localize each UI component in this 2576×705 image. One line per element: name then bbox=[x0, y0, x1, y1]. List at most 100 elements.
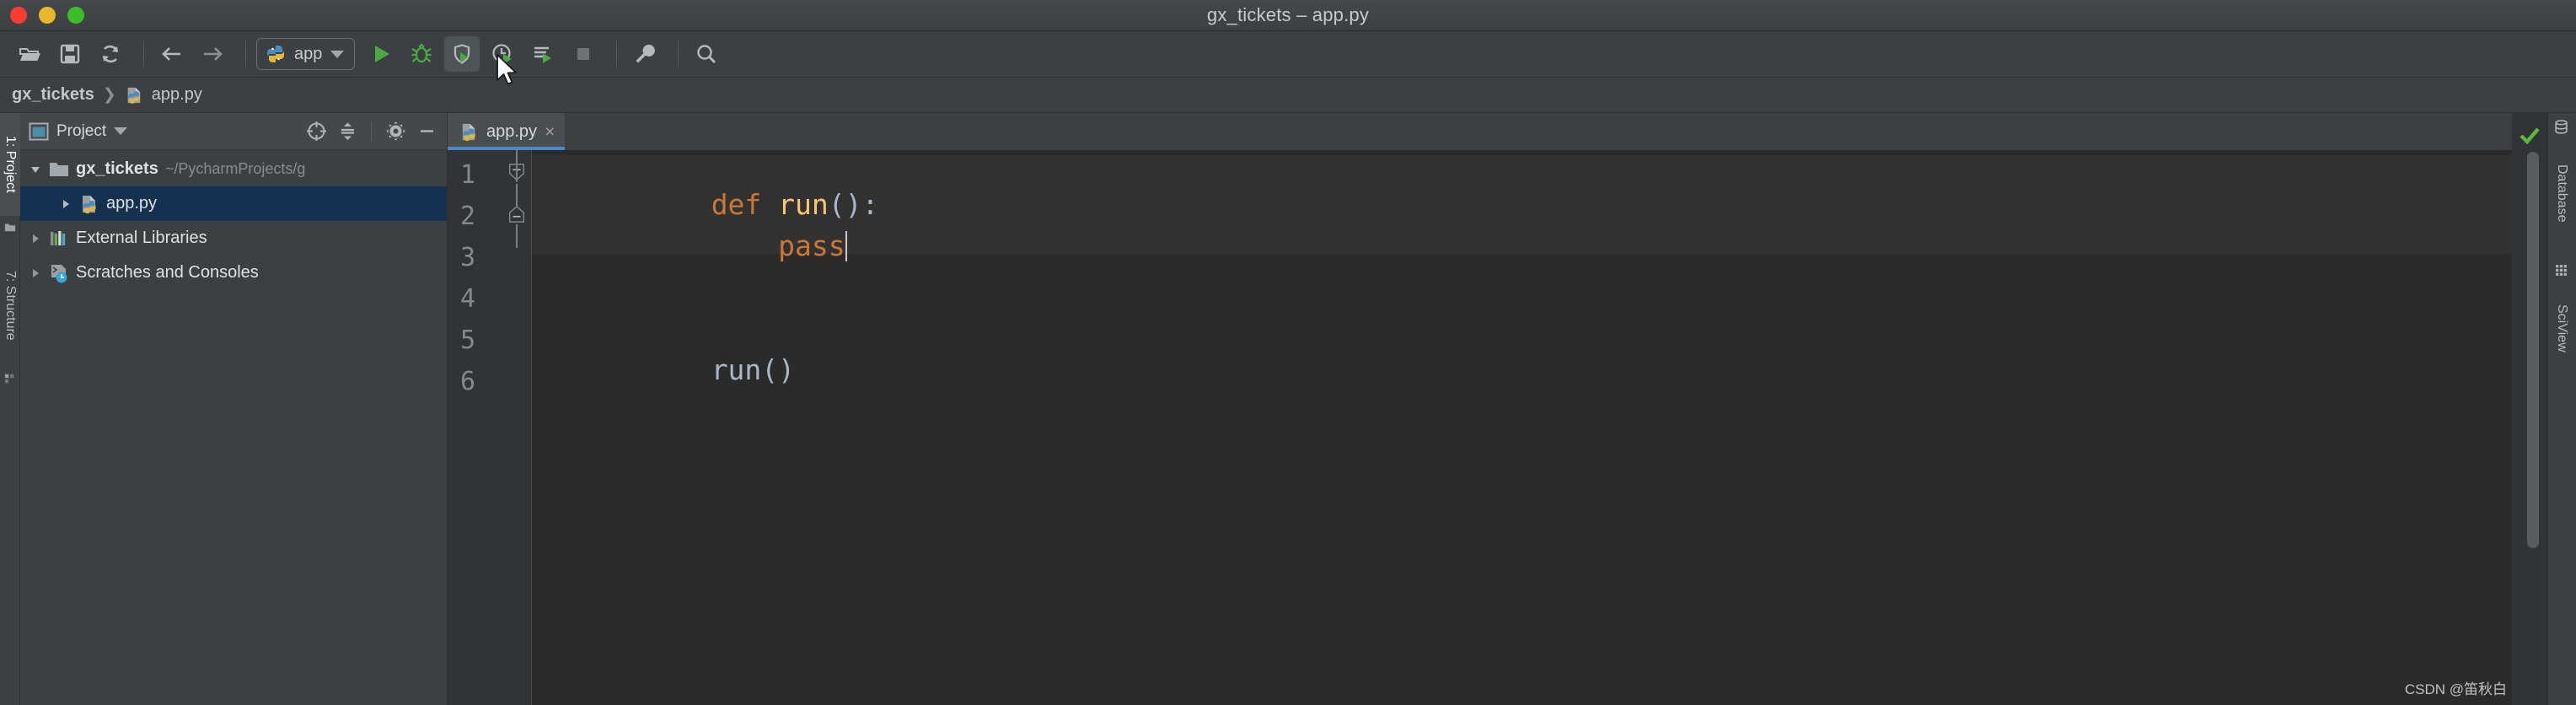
sidebar-item-project-label: 1: Project bbox=[3, 136, 18, 193]
run-configuration-label: app bbox=[294, 44, 323, 63]
database-icon bbox=[2555, 120, 2568, 134]
editor-tab-app-py[interactable]: app.py × bbox=[448, 113, 566, 150]
gear-icon[interactable] bbox=[384, 120, 407, 143]
editor-area: app.py × 1 2 3 4 5 6 def run(): pass run… bbox=[448, 113, 2512, 705]
fold-guide-top bbox=[516, 150, 518, 182]
chevron-right-icon[interactable] bbox=[59, 197, 72, 211]
fold-guide-bottom bbox=[516, 224, 518, 248]
stop-icon[interactable] bbox=[566, 36, 601, 72]
toolbar-separator-4 bbox=[678, 41, 679, 67]
line-number: 1 bbox=[459, 160, 475, 190]
back-arrow-icon[interactable] bbox=[154, 36, 190, 72]
token-keyword: pass bbox=[711, 229, 845, 262]
tree-row-gx-tickets[interactable]: gx_tickets ~/PycharmProjects/g bbox=[20, 152, 447, 186]
folder-icon bbox=[50, 162, 68, 176]
sync-icon[interactable] bbox=[93, 36, 128, 72]
left-tool-window-bar: 1: Project 7: Structure bbox=[0, 113, 20, 705]
editor-gutter[interactable]: 1 2 3 4 5 6 bbox=[448, 150, 532, 705]
breadcrumb: gx_tickets ❯ app.py bbox=[0, 78, 2576, 113]
chevron-down-icon[interactable] bbox=[114, 127, 128, 135]
forward-arrow-icon[interactable] bbox=[195, 36, 230, 72]
tree-label: External Libraries bbox=[76, 229, 207, 247]
save-icon[interactable] bbox=[52, 36, 88, 72]
right-tool-window-bar: Database SciView bbox=[2547, 113, 2576, 705]
fold-guide-mid bbox=[516, 184, 518, 207]
tree-label: Scratches and Consoles bbox=[76, 263, 259, 282]
chevron-down-icon[interactable] bbox=[29, 163, 42, 176]
scratches-icon bbox=[51, 264, 67, 283]
libraries-icon bbox=[51, 230, 66, 245]
code-editor[interactable]: 1 2 3 4 5 6 def run(): pass run() bbox=[448, 150, 2512, 705]
tool-tab-database-label: Database bbox=[2555, 164, 2569, 223]
title-bar: gx_tickets – app.py bbox=[0, 0, 2576, 31]
sidebar-item-structure-label: 7: Structure bbox=[3, 271, 18, 341]
line-number: 4 bbox=[459, 284, 475, 314]
open-folder-icon[interactable] bbox=[12, 36, 47, 72]
text-caret bbox=[845, 231, 847, 261]
folder-icon bbox=[4, 223, 16, 232]
watermark: CSDN @笛秋白 bbox=[2404, 681, 2507, 697]
breadcrumb-project[interactable]: gx_tickets bbox=[12, 85, 94, 105]
close-icon[interactable]: × bbox=[545, 123, 555, 141]
tree-row-scratches-and-consoles[interactable]: Scratches and Consoles bbox=[20, 256, 447, 290]
project-tree: gx_tickets ~/PycharmProjects/g app.py Ex… bbox=[20, 150, 447, 290]
code-lines[interactable]: def run(): pass run() bbox=[532, 150, 2512, 705]
profile-icon[interactable] bbox=[485, 36, 520, 72]
line-number: 3 bbox=[459, 243, 475, 272]
token-identifier: run() bbox=[711, 353, 796, 386]
window-title: gx_tickets – app.py bbox=[1206, 4, 1370, 25]
tool-tab-sciview[interactable]: SciView bbox=[2547, 282, 2576, 374]
chevron-right-icon[interactable] bbox=[29, 232, 42, 245]
collapse-all-icon[interactable] bbox=[335, 120, 359, 143]
code-line-5[interactable]: run() bbox=[544, 320, 795, 419]
run-icon[interactable] bbox=[363, 36, 399, 72]
run-console-icon[interactable] bbox=[525, 36, 561, 72]
wrench-icon[interactable] bbox=[627, 36, 663, 72]
locate-target-icon[interactable] bbox=[304, 120, 328, 143]
coverage-icon[interactable] bbox=[444, 36, 480, 72]
ok-check-icon[interactable] bbox=[2519, 125, 2541, 147]
project-tool-window: Project gx_tickets ~/PycharmProjects/g a… bbox=[20, 113, 448, 705]
pycharm-window: gx_tickets – app.py app gx_tickets ❯ app… bbox=[0, 0, 2576, 705]
toolbar-separator-3 bbox=[616, 41, 618, 67]
editor-scrollbar-thumb[interactable] bbox=[2527, 152, 2539, 548]
line-number: 6 bbox=[459, 367, 475, 396]
breadcrumb-file[interactable]: app.py bbox=[152, 85, 202, 105]
editor-marker-strip[interactable] bbox=[2512, 113, 2547, 705]
tree-label: gx_tickets bbox=[76, 159, 158, 178]
tool-tab-sciview-label: SciView bbox=[2555, 304, 2569, 352]
fold-end-icon[interactable] bbox=[507, 205, 526, 223]
project-window-icon bbox=[29, 122, 49, 140]
sidebar-item-structure[interactable]: 7: Structure bbox=[0, 245, 20, 367]
search-icon[interactable] bbox=[689, 36, 724, 72]
main-toolbar: app bbox=[0, 31, 2576, 78]
debug-icon[interactable] bbox=[404, 36, 439, 72]
editor-tab-bar: app.py × bbox=[448, 113, 2512, 150]
structure-icon bbox=[4, 374, 14, 384]
python-file-icon bbox=[83, 195, 96, 213]
python-file-icon bbox=[267, 46, 284, 62]
line-number: 5 bbox=[459, 326, 475, 355]
python-file-icon bbox=[462, 123, 475, 141]
project-header-separator bbox=[371, 121, 372, 141]
code-line-2[interactable]: pass bbox=[544, 196, 847, 295]
editor-tab-label: app.py bbox=[486, 121, 538, 141]
minimize-icon[interactable] bbox=[415, 120, 438, 143]
chevron-right-icon[interactable] bbox=[29, 266, 42, 280]
tree-label: app.py bbox=[106, 194, 158, 213]
project-panel-title: Project bbox=[56, 121, 107, 140]
tree-path: ~/PycharmProjects/g bbox=[164, 160, 306, 177]
toolbar-separator-1 bbox=[143, 41, 144, 67]
toolbar-separator-2 bbox=[245, 41, 246, 67]
line-number: 2 bbox=[459, 202, 475, 231]
breadcrumb-separator: ❯ bbox=[102, 86, 116, 104]
run-configuration-selector[interactable]: app bbox=[256, 38, 356, 70]
sidebar-item-project[interactable]: 1: Project bbox=[0, 113, 20, 216]
chevron-down-icon[interactable] bbox=[330, 50, 345, 58]
sciview-grid-icon bbox=[2556, 265, 2567, 276]
tree-row-external-libraries[interactable]: External Libraries bbox=[20, 221, 447, 256]
tree-row-app-py[interactable]: app.py bbox=[20, 186, 447, 221]
tool-tab-database[interactable]: Database bbox=[2547, 138, 2576, 248]
project-panel-header: Project bbox=[20, 113, 447, 150]
python-file-icon bbox=[127, 87, 141, 104]
